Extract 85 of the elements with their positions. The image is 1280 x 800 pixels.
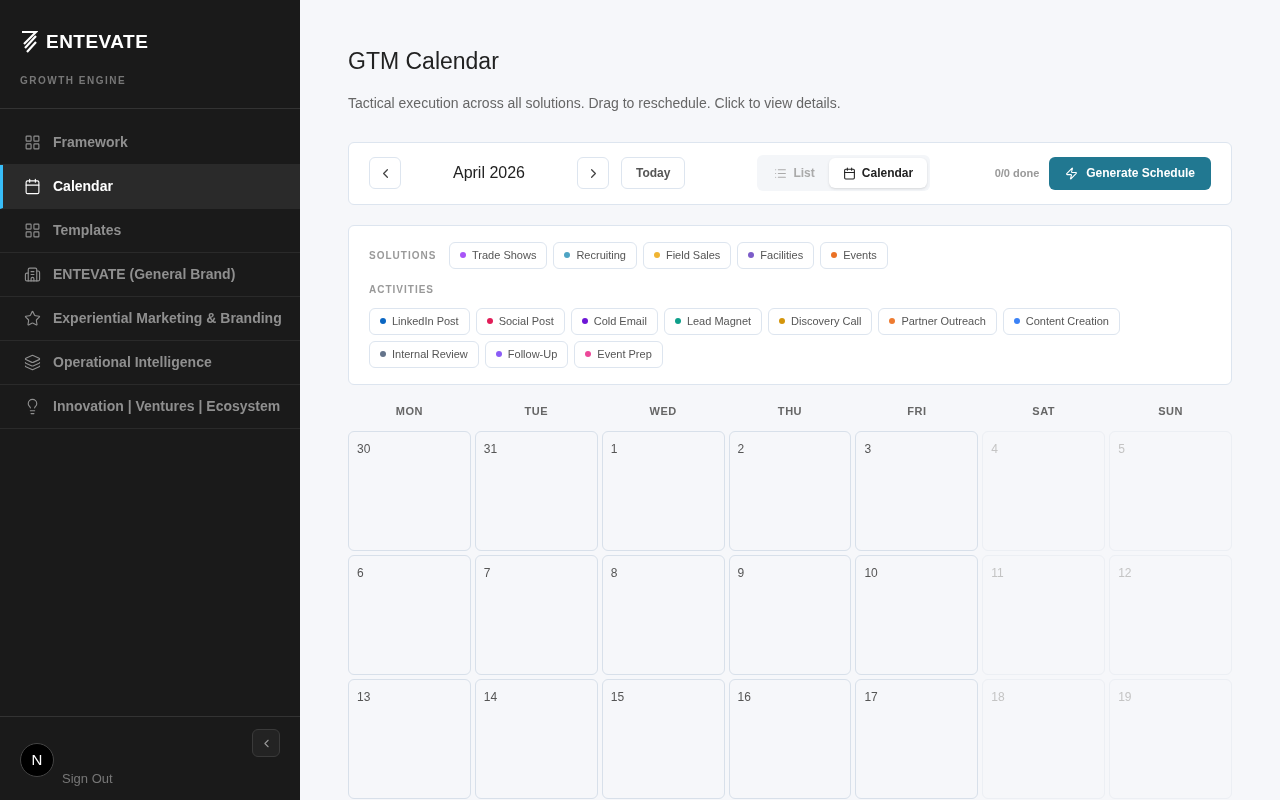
previous-button[interactable]	[369, 157, 401, 189]
filter-chip[interactable]: Internal Review	[369, 340, 479, 368]
day-number: 16	[737, 690, 751, 704]
day-number: 10	[864, 566, 878, 580]
day-cell[interactable]: 3	[855, 431, 979, 551]
day-cell[interactable]: 16	[728, 679, 852, 799]
section-label: SOLUTIONS	[369, 248, 438, 263]
filter-chip[interactable]: Recruiting	[553, 241, 637, 269]
weekday-header: MON	[394, 403, 425, 419]
weekday-header: WED	[648, 403, 678, 419]
tagline: GROWTH ENGINE	[20, 73, 128, 88]
filter-chip[interactable]: Content Creation	[1002, 307, 1120, 335]
nav-item[interactable]: Experiential Marketing & Branding	[0, 296, 300, 341]
progress-count: 0/0 done	[994, 165, 1040, 181]
layers-icon	[24, 353, 41, 371]
day-cell[interactable]: 6	[348, 555, 471, 675]
day-cell[interactable]: 2	[728, 431, 852, 551]
day-number: 31	[483, 442, 498, 456]
collapse-button[interactable]	[252, 729, 280, 757]
sign-out-link[interactable]: Sign Out	[62, 769, 113, 789]
generate-button[interactable]: Generate Schedule	[1049, 156, 1211, 190]
filter-chip[interactable]: LinkedIn Post	[369, 307, 470, 335]
day-number: 3	[864, 442, 872, 456]
day-cell[interactable]: 7	[474, 555, 598, 675]
filter-chip[interactable]: Lead Magnet	[663, 307, 763, 335]
month-label: April 2026	[451, 163, 526, 183]
day-cell[interactable]: 17	[855, 679, 979, 799]
day-number: 14	[483, 690, 498, 704]
day-number: 17	[864, 690, 878, 704]
next-button[interactable]	[577, 157, 609, 189]
nav-item[interactable]: Templates	[0, 208, 300, 253]
list-icon	[774, 166, 788, 180]
nav-item[interactable]: Innovation | Ventures | Ecosystem	[0, 384, 300, 429]
day-cell[interactable]: 14	[474, 679, 598, 799]
filter-chip[interactable]: Follow-Up	[484, 340, 569, 368]
day-cell[interactable]: 10	[855, 555, 979, 675]
section-label: ACTIVITIES	[369, 282, 435, 297]
filter-chip[interactable]: Cold Email	[570, 307, 658, 335]
day-number: 7	[483, 566, 491, 580]
nav-item[interactable]: ENTEVATE (General Brand)	[0, 252, 300, 297]
day-number: 13	[357, 690, 371, 704]
building-icon	[24, 265, 41, 283]
filter-chip[interactable]: Field Sales	[642, 241, 732, 269]
weekday-header: FRI	[906, 403, 928, 419]
weekday-header: TUE	[523, 403, 550, 419]
day-cell[interactable]: 1	[601, 431, 725, 551]
nav-item[interactable]: Framework	[0, 120, 300, 165]
day-number: 2	[737, 442, 745, 456]
view-tab[interactable]: Calendar	[828, 158, 928, 188]
weekday-header: THU	[776, 403, 804, 419]
day-number: 8	[610, 566, 618, 580]
page-subtitle: Tactical execution across all solutions. Drag to reschedule. Click to view details.	[348, 93, 842, 113]
filter-chip[interactable]: Events	[820, 241, 888, 269]
filter-chip[interactable]: Social Post	[475, 307, 565, 335]
nav-item[interactable]: Calendar	[0, 164, 300, 209]
lightning-icon	[1065, 166, 1079, 180]
avatar[interactable]: N	[20, 743, 54, 777]
filter-chip[interactable]: Partner Outreach	[878, 307, 997, 335]
calendar-icon	[842, 166, 856, 180]
day-cell[interactable]: 31	[474, 431, 598, 551]
day-cell[interactable]: 13	[348, 679, 471, 799]
filter-chip[interactable]: Event Prep	[574, 340, 663, 368]
day-cell[interactable]: 8	[601, 555, 725, 675]
calendar-icon	[24, 177, 41, 195]
day-cell[interactable]: 9	[728, 555, 852, 675]
day-number: 6	[357, 566, 364, 580]
grid-icon	[24, 221, 41, 239]
filter-chip[interactable]: Trade Shows	[449, 241, 548, 269]
today-button[interactable]: Today	[621, 157, 686, 189]
weekday-header: SUN	[1157, 403, 1184, 419]
day-cell[interactable]: 30	[348, 431, 471, 551]
logo-icon	[20, 30, 38, 55]
day-cell[interactable]: 15	[601, 679, 725, 799]
nav-item[interactable]: Operational Intelligence	[0, 340, 300, 385]
day-number: 9	[737, 566, 745, 580]
day-number: 15	[610, 690, 625, 704]
page-title: GTM Calendar	[348, 47, 500, 76]
day-number: 1	[610, 442, 618, 456]
weekday-header: SAT	[1031, 403, 1057, 419]
filter-chip[interactable]: Facilities	[737, 241, 815, 269]
day-number: 30	[357, 442, 371, 456]
filter-chip[interactable]: Discovery Call	[768, 307, 873, 335]
grid-icon	[24, 133, 41, 151]
star-icon	[24, 309, 41, 327]
brand-name: ENTEVATE	[46, 30, 149, 54]
